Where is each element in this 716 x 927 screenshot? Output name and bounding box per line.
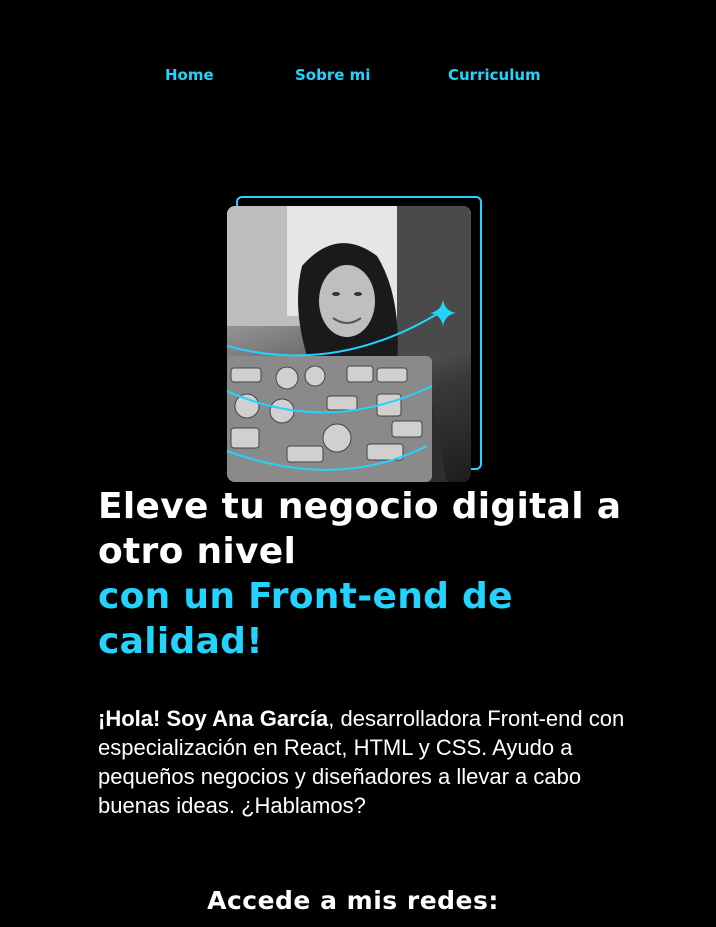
main-nav: Home Sobre mi Curriculum <box>0 66 716 90</box>
profile-photo <box>227 206 471 482</box>
nav-link-home[interactable]: Home <box>165 66 214 84</box>
headline-accent: con un Front-end de calidad! <box>98 576 513 662</box>
sparkle-icon <box>430 300 456 326</box>
nav-link-curriculum[interactable]: Curriculum <box>448 66 541 84</box>
social-section-title: Accede a mis redes: <box>207 886 499 915</box>
headline-white: Eleve tu negocio digital a otro nivel <box>98 486 622 572</box>
profile-photo-block <box>225 196 483 486</box>
intro-greeting: ¡Hola! Soy Ana García <box>98 706 329 731</box>
hero-headline: Eleve tu negocio digital a otro nivel co… <box>98 484 658 664</box>
nav-link-sobre-mi[interactable]: Sobre mi <box>295 66 370 84</box>
intro-paragraph: ¡Hola! Soy Ana García, desarrolladora Fr… <box>98 704 628 820</box>
